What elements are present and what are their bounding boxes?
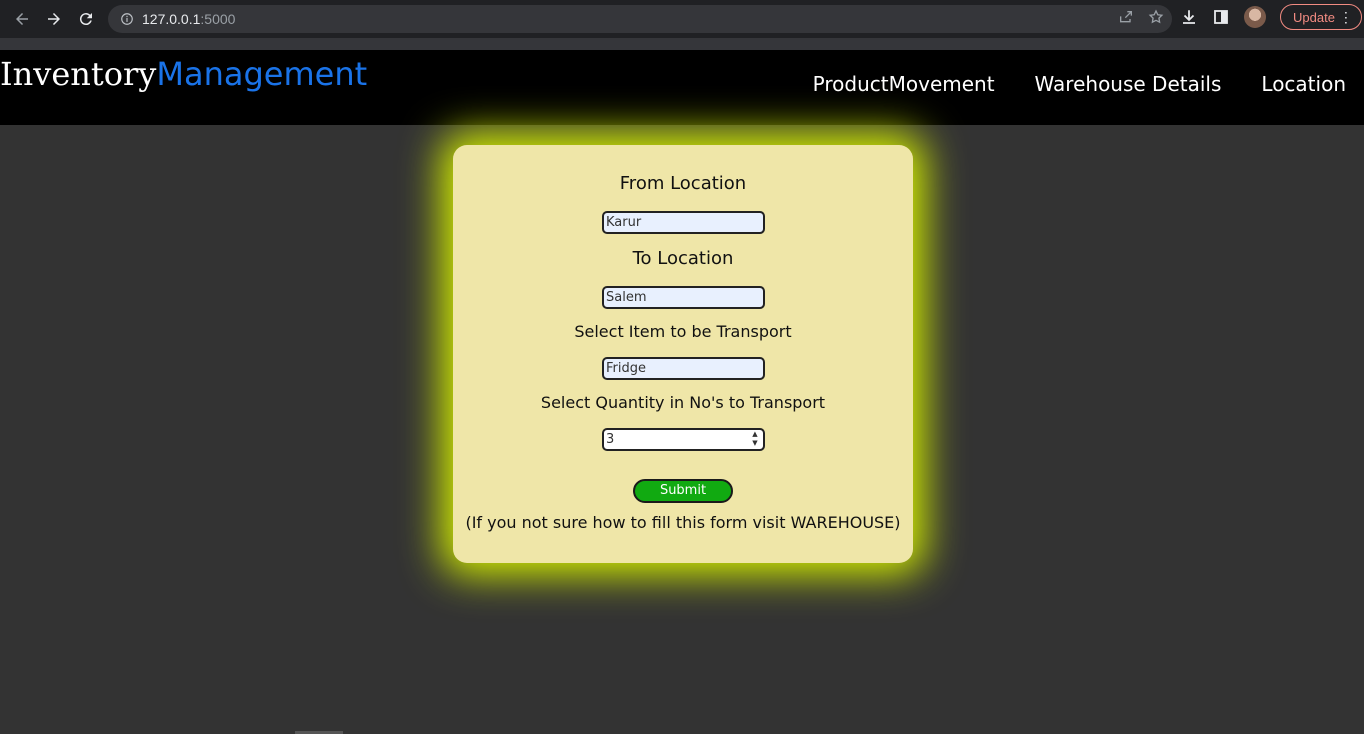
reload-icon bbox=[79, 13, 92, 26]
quantity-stepper[interactable]: ▲ ▼ bbox=[749, 430, 761, 449]
profile-avatar[interactable] bbox=[1244, 6, 1266, 28]
url-port: :5000 bbox=[200, 11, 236, 27]
stepper-down-icon[interactable]: ▼ bbox=[749, 439, 761, 448]
bookmark-star-icon[interactable] bbox=[1148, 9, 1164, 25]
item-input[interactable] bbox=[602, 357, 765, 380]
forward-button[interactable] bbox=[38, 3, 70, 35]
reload-button[interactable] bbox=[70, 3, 102, 35]
info-icon[interactable] bbox=[120, 12, 134, 26]
to-location-label: To Location bbox=[632, 248, 734, 269]
submit-button[interactable]: Submit bbox=[633, 479, 733, 503]
nav-link-location[interactable]: Location bbox=[1261, 72, 1346, 96]
from-location-input[interactable] bbox=[602, 211, 765, 234]
bookmarks-bar-area bbox=[0, 38, 1364, 50]
back-arrow-icon bbox=[16, 13, 28, 25]
main-nav: ProductMovement Warehouse Details Locati… bbox=[813, 72, 1346, 96]
browser-toolbar: 127.0.0.1:5000 Update ⋮ bbox=[0, 0, 1364, 38]
browser-menu-icon[interactable]: ⋮ bbox=[1339, 9, 1353, 25]
help-hint-text: (If you not sure how to fill this form v… bbox=[465, 513, 901, 532]
quantity-label: Select Quantity in No's to Transport bbox=[540, 393, 826, 412]
nav-link-warehouse-details[interactable]: Warehouse Details bbox=[1035, 72, 1222, 96]
update-label: Update bbox=[1293, 9, 1335, 25]
quantity-input[interactable] bbox=[602, 428, 765, 451]
url-host: 127.0.0.1 bbox=[142, 11, 201, 27]
share-icon[interactable] bbox=[1118, 9, 1134, 25]
logo-text-inventory: Inventory bbox=[0, 55, 157, 93]
site-logo[interactable]: InventoryManagement bbox=[0, 54, 367, 94]
site-header: InventoryManagement ProductMovement Ware… bbox=[0, 50, 1364, 125]
back-button[interactable] bbox=[6, 3, 38, 35]
forward-arrow-icon bbox=[48, 13, 60, 25]
nav-link-product-movement[interactable]: ProductMovement bbox=[813, 72, 995, 96]
download-icon[interactable] bbox=[1180, 8, 1198, 26]
address-bar[interactable]: 127.0.0.1:5000 bbox=[108, 5, 1172, 33]
side-panel-icon[interactable] bbox=[1212, 8, 1230, 26]
transport-form: From Location To Location Select Item to… bbox=[453, 145, 913, 563]
update-button[interactable]: Update ⋮ bbox=[1280, 4, 1362, 30]
item-label: Select Item to be Transport bbox=[574, 322, 792, 341]
from-location-label: From Location bbox=[619, 173, 747, 194]
stepper-up-icon[interactable]: ▲ bbox=[749, 430, 761, 439]
logo-text-management: Management bbox=[156, 55, 368, 93]
to-location-input[interactable] bbox=[602, 286, 765, 309]
